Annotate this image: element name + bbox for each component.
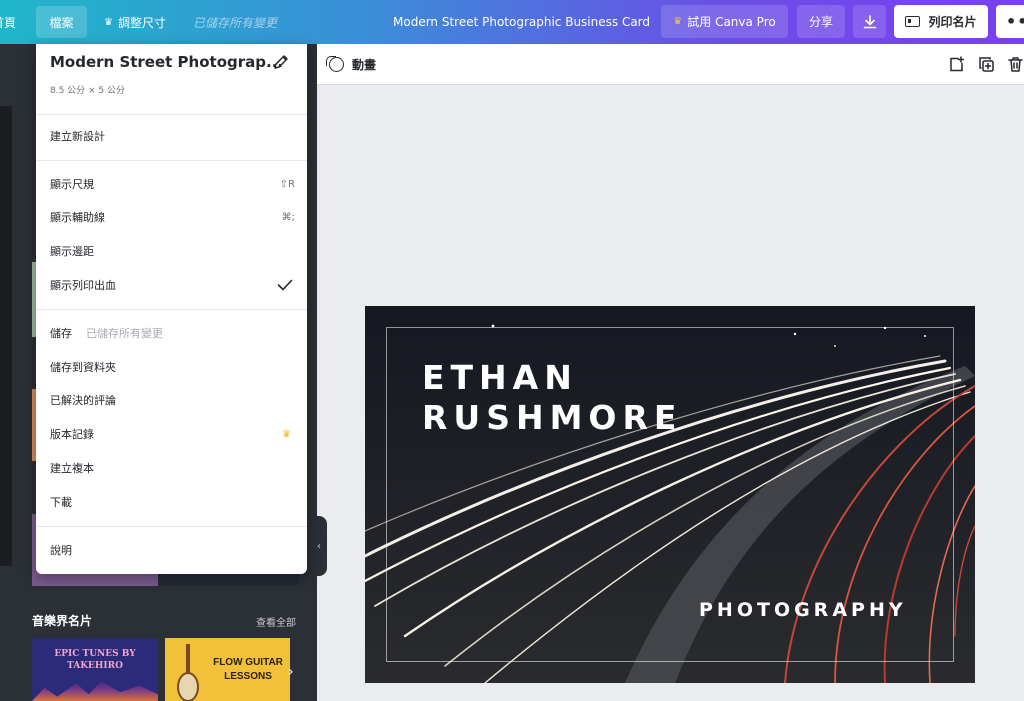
template-text: EPIC TUNES BY TAKEHIRO	[54, 649, 136, 671]
menu-item-label: 下載	[50, 496, 72, 509]
design-dimensions: 8.5 公分 × 5 公分	[50, 86, 126, 96]
music-section-title: 音樂界名片	[32, 614, 93, 628]
add-page-icon[interactable]	[948, 56, 965, 73]
menu-item-label: 顯示邊距	[50, 245, 94, 258]
menu-divider	[36, 309, 307, 310]
design-title[interactable]: Modern Street Photograp...	[50, 53, 283, 71]
share-button[interactable]: 分享	[797, 5, 845, 38]
menu-item-help[interactable]: 說明	[50, 538, 295, 562]
more-button[interactable]: •••	[996, 5, 1024, 38]
template-text: FLOW GUITAR LESSONS	[213, 657, 283, 682]
menu-item-show-bleed[interactable]: 顯示列印出血	[50, 273, 295, 297]
menu-item-label: 已解決的評論	[50, 394, 116, 407]
shortcut-label: ⌘;	[281, 211, 295, 223]
wave-graphic	[32, 681, 158, 701]
template-flow-guitar[interactable]: FLOW GUITAR LESSONS	[165, 638, 290, 701]
resize-label: 調整尺寸	[117, 15, 166, 30]
pencil-icon[interactable]	[272, 53, 290, 71]
menu-item-label: 儲存	[50, 327, 72, 340]
try-pro-button[interactable]: ♛ 試用 Canva Pro	[661, 5, 788, 38]
crown-icon: ♛	[104, 16, 113, 28]
menu-item-show-guides[interactable]: 顯示輔助線 ⌘;	[50, 205, 295, 229]
menu-item-label: 儲存到資料夾	[50, 361, 116, 374]
menu-divider	[36, 526, 307, 527]
menu-item-show-rulers[interactable]: 顯示尺規 ⇧R	[50, 172, 295, 196]
editor-toolbar: 動畫	[317, 44, 1024, 85]
menu-item-show-margins[interactable]: 顯示邊距	[50, 239, 295, 263]
menu-item-label: 版本記錄	[50, 428, 94, 441]
menu-item-label: 顯示列印出血	[50, 279, 116, 292]
save-note: 已儲存所有變更	[86, 327, 163, 340]
resize-button[interactable]: ♛ 調整尺寸	[104, 0, 166, 44]
see-all-link[interactable]: 查看全部	[256, 614, 296, 629]
collapse-panel-button[interactable]: ‹	[311, 516, 327, 576]
chevron-left-icon: ‹	[317, 540, 321, 552]
document-title[interactable]: Modern Street Photographic Business Card	[393, 0, 650, 44]
animate-button[interactable]: 動畫	[326, 44, 377, 85]
more-icon: •••	[1006, 12, 1024, 31]
sidebar-rail	[0, 106, 12, 566]
menu-item-save[interactable]: 儲存 已儲存所有變更	[50, 321, 295, 345]
menu-item-download[interactable]: 下載	[50, 490, 295, 514]
download-icon	[863, 14, 876, 28]
home-button[interactable]: 首頁	[0, 0, 20, 44]
animate-label: 動畫	[352, 58, 377, 72]
file-label: 檔案	[49, 15, 74, 30]
crown-icon: ♛	[282, 428, 291, 440]
menu-item-label: 說明	[50, 544, 72, 557]
chevron-right-icon[interactable]: ›	[288, 664, 294, 680]
trash-icon[interactable]	[1007, 56, 1024, 73]
menu-divider	[36, 114, 307, 115]
menu-item-resolved-comments[interactable]: 已解決的評論	[50, 388, 295, 412]
card-name[interactable]: ETHAN RUSHMORE	[422, 358, 682, 438]
menu-item-label: 顯示尺規	[50, 178, 94, 191]
download-button[interactable]	[853, 5, 886, 38]
menu-item-version-history[interactable]: 版本記錄 ♛	[50, 422, 295, 446]
menu-item-label: 建立複本	[50, 462, 94, 475]
business-card-canvas[interactable]: ETHAN RUSHMORE PHOTOGRAPHY	[365, 306, 975, 683]
file-menu-button[interactable]: 檔案	[36, 6, 87, 38]
guitar-icon	[177, 644, 199, 701]
menu-item-label: 顯示輔助線	[50, 211, 105, 224]
menu-divider	[36, 160, 307, 161]
crown-icon: ♛	[673, 16, 683, 27]
try-pro-label: 試用 Canva Pro	[687, 15, 776, 29]
animate-icon	[326, 56, 344, 72]
top-bar: 首頁 檔案 ♛ 調整尺寸 已儲存所有變更 Modern Street Photo…	[0, 0, 1024, 44]
menu-item-create-new[interactable]: 建立新設計	[50, 124, 295, 148]
save-status: 已儲存所有變更	[193, 15, 278, 30]
menu-item-make-copy[interactable]: 建立複本	[50, 456, 295, 480]
menu-item-save-to-folder[interactable]: 儲存到資料夾	[50, 355, 295, 379]
menu-item-label: 建立新設計	[50, 130, 105, 143]
share-label: 分享	[808, 15, 833, 29]
check-icon	[277, 279, 293, 291]
duplicate-icon[interactable]	[978, 56, 995, 73]
print-label: 列印名片	[928, 15, 977, 29]
card-icon	[905, 16, 921, 27]
home-label: 首頁	[0, 15, 16, 30]
template-epic-tunes[interactable]: EPIC TUNES BY TAKEHIRO	[32, 638, 158, 701]
print-cards-button[interactable]: 列印名片	[894, 5, 988, 38]
file-menu: Modern Street Photograp... 8.5 公分 × 5 公分…	[36, 44, 307, 574]
shortcut-label: ⇧R	[279, 178, 295, 190]
card-tagline[interactable]: PHOTOGRAPHY	[699, 599, 907, 621]
